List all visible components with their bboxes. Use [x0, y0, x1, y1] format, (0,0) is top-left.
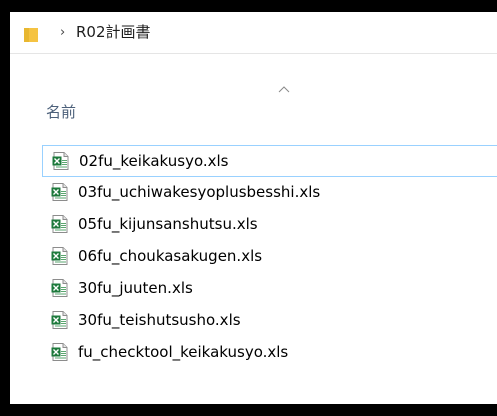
excel-file-icon: [51, 279, 68, 297]
explorer-window: › R02計画書 名前 02fu_keikakusyo.xls 03fu_uch…: [10, 12, 497, 404]
file-row[interactable]: 05fu_kijunsanshutsu.xls: [42, 209, 497, 241]
file-row[interactable]: 02fu_keikakusyo.xls: [42, 145, 497, 177]
file-row[interactable]: 06fu_choukasakugen.xls: [42, 241, 497, 273]
excel-file-icon: [51, 247, 68, 265]
excel-file-icon: [51, 343, 68, 361]
chevron-up-icon: [278, 78, 290, 93]
file-name: 30fu_teishutsusho.xls: [78, 311, 241, 329]
file-row[interactable]: 30fu_teishutsusho.xls: [42, 305, 497, 337]
excel-file-icon: [51, 311, 68, 329]
file-row[interactable]: fu_checktool_keikakusyo.xls: [42, 337, 497, 369]
file-name: 03fu_uchiwakesyoplusbesshi.xls: [78, 183, 321, 201]
address-bar[interactable]: › R02計画書: [10, 12, 497, 54]
file-name: 05fu_kijunsanshutsu.xls: [78, 215, 258, 233]
file-name: 02fu_keikakusyo.xls: [79, 152, 229, 170]
column-header-name[interactable]: 名前: [46, 102, 76, 122]
file-name: 06fu_choukasakugen.xls: [78, 247, 263, 265]
file-row[interactable]: 03fu_uchiwakesyoplusbesshi.xls: [42, 177, 497, 209]
file-name: 30fu_juuten.xls: [78, 279, 193, 297]
folder-icon: [24, 27, 38, 42]
excel-file-icon: [52, 152, 69, 170]
file-list: 02fu_keikakusyo.xls 03fu_uchiwakesyoplus…: [42, 145, 497, 369]
file-row[interactable]: 30fu_juuten.xls: [42, 273, 497, 305]
column-header: 名前: [10, 54, 497, 134]
excel-file-icon: [51, 183, 68, 201]
breadcrumb-current-folder[interactable]: R02計画書: [76, 22, 151, 42]
excel-file-icon: [51, 215, 68, 233]
breadcrumb-separator[interactable]: ›: [60, 24, 65, 42]
file-name: fu_checktool_keikakusyo.xls: [78, 343, 289, 361]
